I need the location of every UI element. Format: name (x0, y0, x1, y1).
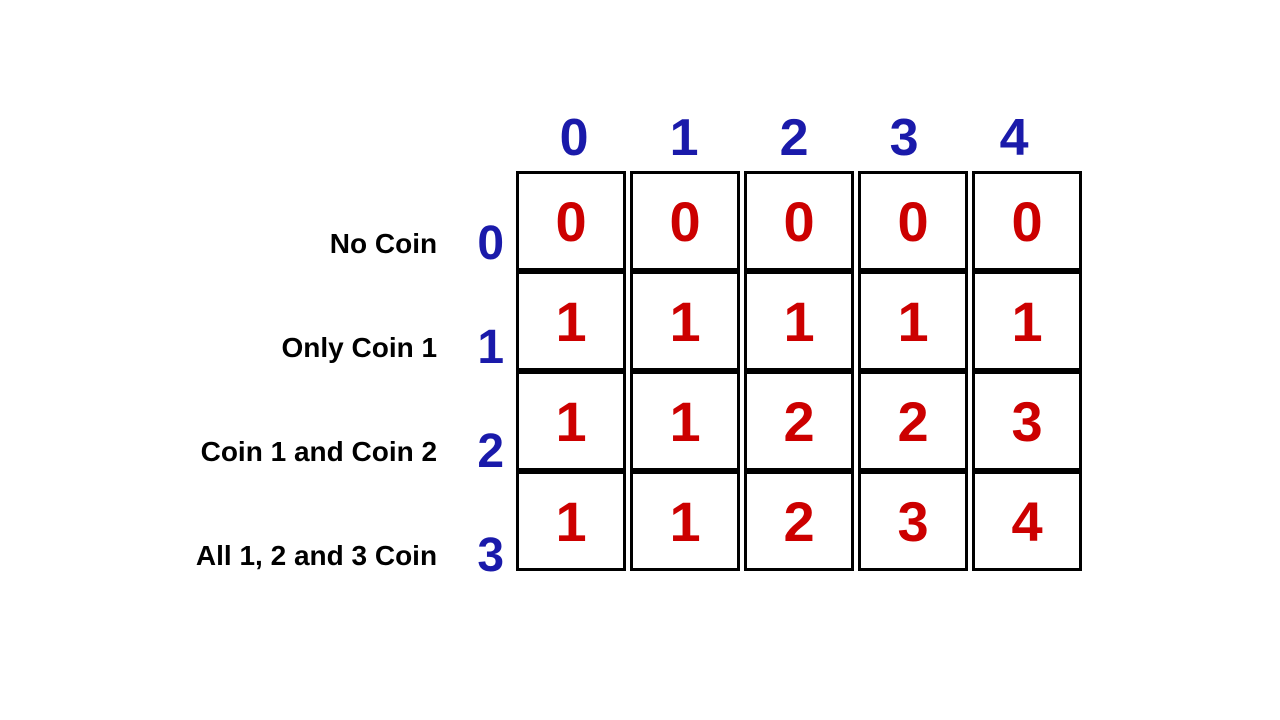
grid-cell: 1 (516, 371, 626, 471)
grid-cell: 1 (630, 271, 740, 371)
grid-cell: 1 (630, 471, 740, 571)
col-header: 2 (739, 112, 849, 164)
row-label-number: 1 (449, 324, 504, 372)
grid-section: 01234 00000111111122311234 (514, 112, 1084, 569)
row-label-group: Coin 1 and Coin 2 2 (201, 400, 504, 504)
grid-row: 00000 (514, 169, 1084, 269)
grid-cell: 3 (858, 471, 968, 571)
grid-cell: 2 (858, 371, 968, 471)
left-labels: No Coin 0 Only Coin 1 1 Coin 1 and Coin 2 2 Al… (196, 112, 504, 608)
col-header: 1 (629, 112, 739, 164)
grid-cell: 1 (516, 471, 626, 571)
row-label-text: No Coin (330, 228, 437, 260)
row-label-group: Only Coin 1 1 (282, 296, 505, 400)
grid-rows: 00000111111122311234 (514, 169, 1084, 569)
col-header: 0 (519, 112, 629, 164)
row-label-group: No Coin 0 (330, 192, 504, 296)
row-label-text: Coin 1 and Coin 2 (201, 436, 437, 468)
grid-cell: 1 (858, 271, 968, 371)
grid-cell: 1 (630, 371, 740, 471)
grid-cell: 0 (858, 171, 968, 271)
grid-cell: 0 (744, 171, 854, 271)
row-label-group: All 1, 2 and 3 Coin 3 (196, 504, 504, 608)
grid-cell: 0 (630, 171, 740, 271)
row-label-number: 2 (449, 428, 504, 476)
main-container: No Coin 0 Only Coin 1 1 Coin 1 and Coin 2 2 Al… (196, 112, 1084, 608)
grid-cell: 1 (972, 271, 1082, 371)
row-label-number: 0 (449, 220, 504, 268)
grid-cell: 1 (744, 271, 854, 371)
col-headers: 01234 (519, 112, 1084, 164)
grid-row: 11111 (514, 269, 1084, 369)
grid-cell: 4 (972, 471, 1082, 571)
row-label-text: All 1, 2 and 3 Coin (196, 540, 437, 572)
grid-cell: 2 (744, 371, 854, 471)
grid-cell: 3 (972, 371, 1082, 471)
grid-cell: 1 (516, 271, 626, 371)
grid-row: 11223 (514, 369, 1084, 469)
grid-cell: 0 (972, 171, 1082, 271)
row-label-number: 3 (449, 532, 504, 580)
row-label-text: Only Coin 1 (282, 332, 438, 364)
grid-wrapper: No Coin 0 Only Coin 1 1 Coin 1 and Coin 2 2 Al… (196, 112, 1084, 608)
grid-cell: 2 (744, 471, 854, 571)
col-header: 4 (959, 112, 1069, 164)
col-header: 3 (849, 112, 959, 164)
grid-row: 11234 (514, 469, 1084, 569)
grid-cell: 0 (516, 171, 626, 271)
